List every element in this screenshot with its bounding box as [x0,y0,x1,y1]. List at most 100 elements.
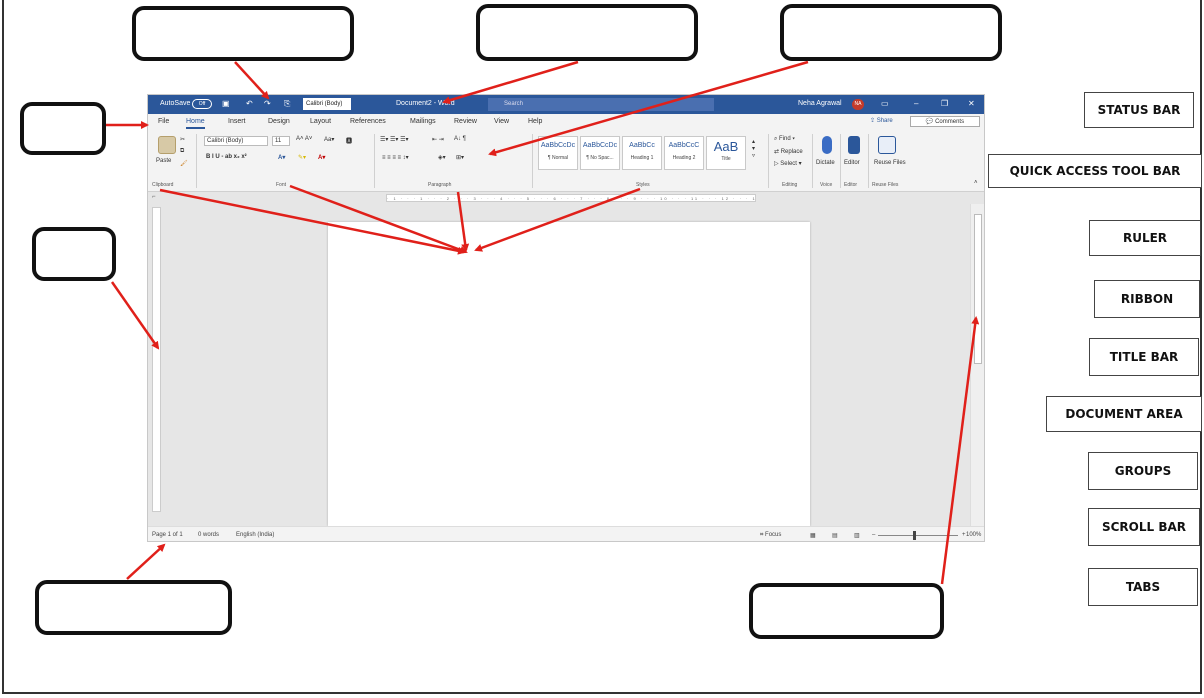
autosave-toggle[interactable]: Off [192,99,212,109]
undo-icon[interactable]: ↶ [246,99,253,108]
group-reuse-files: Reuse Files [872,182,899,188]
redo-icon[interactable]: ↷ [264,99,271,108]
clear-format-icon[interactable]: 🅰 [346,136,352,145]
close-icon[interactable]: ✕ [968,99,975,108]
sort-icon[interactable]: A↓ ¶ [454,136,466,142]
find-button[interactable]: ⌕ Find ▾ [774,136,795,143]
search-label: Search [504,101,524,107]
align-icons[interactable]: ≡ ≡ ≡ ≡ ↕▾ [382,154,409,161]
language[interactable]: English (India) [236,532,274,538]
text-effects-icon[interactable]: A▾ [278,154,285,161]
vertical-ruler[interactable] [152,207,161,512]
comments-label: Comments [935,119,965,125]
style-heading-1[interactable]: AaBbCc Heading 1 [622,136,662,170]
answer-box-8 [35,580,232,635]
change-case-icon[interactable]: Aa▾ [324,136,334,143]
zoom-level[interactable]: 100% [966,532,981,538]
replace-button[interactable]: ⇄ Replace [774,148,803,155]
replace-label: Replace [780,149,803,155]
tab-file[interactable]: File [158,118,169,125]
font-name-dropdown[interactable]: Calibri (Body) [204,136,268,146]
web-layout-icon[interactable]: ▥ [854,532,860,539]
bullets-icon[interactable]: ☰▾ ☰▾ ☰▾ [380,136,409,143]
format-painter-icon[interactable]: ⎘ [284,99,290,109]
tab-selector-icon[interactable]: ⌐ [152,194,156,200]
indent-icon[interactable]: ⇤ ⇥ [432,136,444,143]
vertical-scrollbar[interactable] [970,204,984,526]
separator [812,134,813,188]
style-name: Heading 2 [672,155,696,161]
document-page[interactable] [328,222,810,526]
save-icon[interactable]: ▣ [222,99,230,108]
tab-insert[interactable]: Insert [228,118,246,125]
cut-icon[interactable]: ✂ [180,136,185,143]
comments-button[interactable]: 💬 Comments [910,116,980,127]
avatar[interactable]: NA [852,99,864,110]
answer-box-3 [780,4,1002,61]
read-mode-icon[interactable]: ▦ [810,532,816,539]
paste-icon[interactable] [158,136,176,154]
format-painter-ribbon-icon[interactable]: 🖌 [180,160,188,167]
copy-icon[interactable]: ⧉ [180,148,184,155]
label-tabs: TABS [1088,568,1198,606]
tab-view[interactable]: View [494,118,509,125]
zoom-slider-knob[interactable] [913,531,916,540]
restore-icon[interactable]: ❐ [941,99,948,108]
grow-font-icon[interactable]: A˄ A˅ [296,136,312,142]
qat-font-box[interactable]: Calibri (Body) [303,98,351,110]
paste-label[interactable]: Paste [156,158,171,164]
tab-design[interactable]: Design [268,118,290,125]
page-count[interactable]: Page 1 of 1 [152,532,183,538]
scroll-thumb[interactable] [974,214,982,364]
label-ribbon: RIBBON [1094,280,1200,318]
answer-box-2 [476,4,698,61]
borders-icon[interactable]: ⊞▾ [456,154,464,161]
tab-references[interactable]: References [350,118,386,125]
zoom-out-icon[interactable]: – [872,532,875,538]
tab-home[interactable]: Home [186,118,205,129]
collapse-ribbon-icon[interactable]: ˄ [974,180,978,186]
select-button[interactable]: ▷ Select ▾ [774,160,802,167]
select-label: Select [780,161,797,167]
reuse-files-label[interactable]: Reuse Files [874,160,906,166]
style-heading-2[interactable]: AaBbCcC Heading 2 [664,136,704,170]
minimize-icon[interactable]: – [914,99,918,108]
word-count[interactable]: 0 words [198,532,219,538]
style-normal[interactable]: AaBbCcDc ¶ Normal [538,136,578,170]
group-editing: Editing [782,182,798,188]
ribbon: Paste ✂ ⧉ 🖌 Clipboard Calibri (Body) 11 … [148,130,984,192]
answer-box-9 [749,583,944,639]
tab-help[interactable]: Help [528,118,542,125]
style-name: ¶ Normal [547,155,569,161]
title-bar: AutoSave Off ▣ ↶ ↷ ⎘ Calibri (Body) Docu… [148,95,984,114]
editor-label[interactable]: Editor [844,160,860,166]
highlight-icon[interactable]: ✎▾ [298,154,306,161]
style-name: ¶ No Spac... [586,155,614,161]
font-size-dropdown[interactable]: 11 [272,136,290,146]
dictate-label[interactable]: Dictate [816,160,835,166]
tab-mailings[interactable]: Mailings [410,118,436,125]
style-name: Heading 1 [630,155,654,161]
share-button[interactable]: ⇪ Share [870,117,893,124]
ruler-marks[interactable]: · 1 · · · 1 · · · 2 · · · 3 · · · 4 · · … [386,194,756,202]
search-box[interactable]: Search [488,98,714,111]
separator [532,134,533,188]
styles-scroll-icon[interactable]: ▴ ▾ ▿ [752,138,755,159]
label-status-bar: STATUS BAR [1084,92,1194,128]
tab-layout[interactable]: Layout [310,118,331,125]
tab-review[interactable]: Review [454,118,477,125]
shading-icon[interactable]: ◈▾ [438,154,446,161]
print-layout-icon[interactable]: ▤ [832,532,838,539]
zoom-in-icon[interactable]: + [962,532,966,538]
ribbon-display-icon[interactable]: ▭ [881,99,889,108]
style-title[interactable]: AaB Title [706,136,746,170]
format-buttons[interactable]: B I U - ab x₂ x² [206,154,247,160]
reuse-files-icon[interactable] [878,136,896,154]
font-color-icon[interactable]: A▾ [318,154,325,161]
style-no-spacing[interactable]: AaBbCcDc ¶ No Spac... [580,136,620,170]
microphone-icon[interactable] [822,136,832,154]
zoom-slider[interactable] [878,535,958,536]
editor-icon[interactable] [848,136,860,154]
user-name[interactable]: Neha Agrawal [798,100,842,107]
focus-button[interactable]: ⌗ Focus [760,532,781,539]
